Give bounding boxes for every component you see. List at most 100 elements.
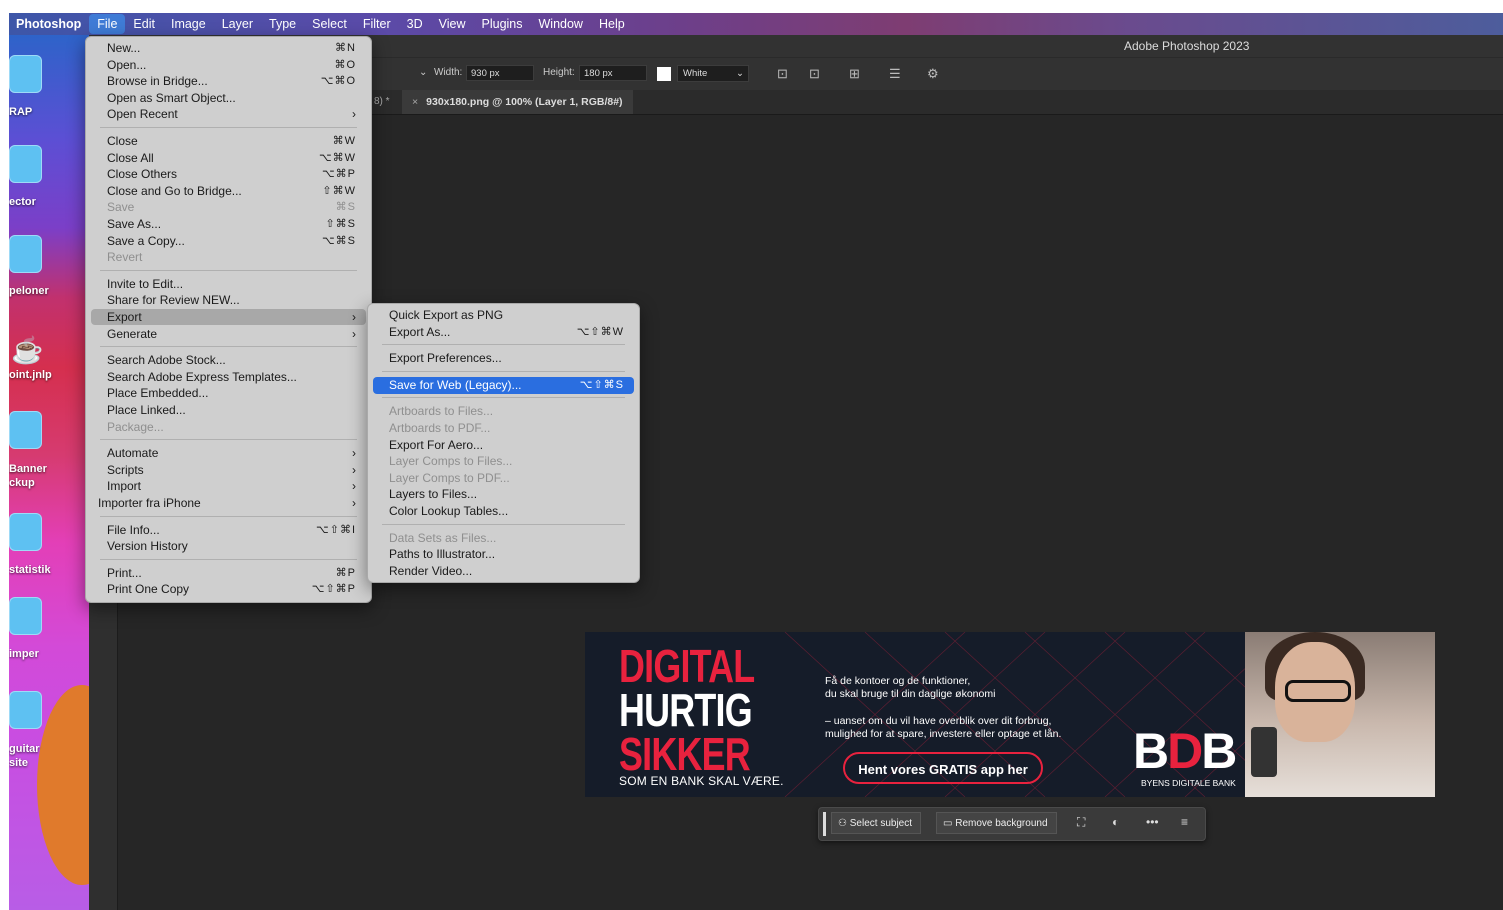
menu-select[interactable]: Select	[304, 13, 355, 35]
artboard-icon[interactable]: ⊡	[777, 66, 788, 82]
desktop-item-label[interactable]: imper	[9, 647, 85, 661]
align-icon[interactable]: ☰	[889, 66, 901, 82]
menu-item-render-video[interactable]: Render Video...	[373, 563, 634, 579]
menu-item-export-as[interactable]: Export As... ⌥⇧⌘W	[373, 324, 634, 340]
menu-item-print[interactable]: Print... ⌘P	[91, 565, 366, 581]
desktop-item-label[interactable]: RAP	[9, 105, 85, 119]
select-subject-button[interactable]: ⚇ Select subject	[831, 812, 922, 834]
desktop-folder-icon[interactable]	[9, 145, 42, 183]
menu-item-shortcut: ⌘P	[335, 566, 356, 579]
close-icon[interactable]: ×	[412, 96, 418, 108]
menu-item-paths-to-illustrator[interactable]: Paths to Illustrator...	[373, 546, 634, 562]
gear-icon[interactable]: ⚙	[927, 66, 939, 82]
menu-item-quick-export-as-png[interactable]: Quick Export as PNG	[373, 307, 634, 323]
desktop-item-label[interactable]: oint.jnlp	[9, 368, 85, 382]
menu-item-open-recent[interactable]: Open Recent ›	[91, 106, 366, 122]
more-icon[interactable]: •••	[1146, 815, 1159, 829]
menu-item-close-and-go-to-bridge[interactable]: Close and Go to Bridge... ⇧⌘W	[91, 183, 366, 199]
menu-item-close-all[interactable]: Close All ⌥⌘W	[91, 150, 366, 166]
remove-background-button[interactable]: ▭ Remove background	[936, 812, 1057, 834]
photo-glasses	[1285, 680, 1351, 702]
menu-item-search-adobe-express-templates[interactable]: Search Adobe Express Templates...	[91, 369, 366, 385]
transform-icon[interactable]: ⛶	[1077, 815, 1085, 830]
menu-item-browse-in-bridge[interactable]: Browse in Bridge... ⌥⌘O	[91, 73, 366, 89]
menu-plugins[interactable]: Plugins	[474, 13, 531, 35]
menu-file[interactable]: File	[89, 14, 126, 34]
canvas-banner[interactable]: DIGITAL HURTIG SIKKER SOM EN BANK SKAL V…	[585, 632, 1435, 797]
menu-item-print-one-copy[interactable]: Print One Copy ⌥⇧⌘P	[91, 581, 366, 597]
menu-item-layers-to-files[interactable]: Layers to Files...	[373, 486, 634, 502]
desktop-item-label[interactable]: guitar site	[9, 742, 85, 770]
desktop-folder-icon[interactable]	[9, 55, 42, 93]
menu-item-close-others[interactable]: Close Others ⌥⌘P	[91, 166, 366, 182]
desktop-item-label[interactable]: peloner	[9, 284, 85, 298]
logo-letter: B	[1201, 723, 1237, 779]
menu-image[interactable]: Image	[163, 13, 214, 35]
desktop-item-label[interactable]: Banner ckup	[9, 462, 85, 490]
width-field[interactable]: 930 px	[466, 65, 534, 81]
tab-active-document[interactable]: × 930x180.png @ 100% (Layer 1, RGB/8#)	[402, 90, 633, 114]
desktop-item-label[interactable]: ector	[9, 195, 85, 209]
banner-photo-woman	[1245, 632, 1435, 797]
menu-item-label: Layer Comps to PDF...	[389, 470, 510, 485]
menu-item-generate[interactable]: Generate ›	[91, 326, 366, 342]
menu-item-invite-to-edit[interactable]: Invite to Edit...	[91, 276, 366, 292]
menu-item-label: Generate	[107, 326, 158, 341]
banner-copy-line: du skal bruge til din daglige økonomi	[825, 688, 996, 700]
menu-item-place-embedded[interactable]: Place Embedded...	[91, 385, 366, 401]
mask-icon[interactable]: ◐	[1112, 815, 1119, 829]
artboard-landscape-icon[interactable]: ⊡	[809, 66, 820, 82]
menu-type[interactable]: Type	[261, 13, 304, 35]
menu-item-new[interactable]: New... ⌘N	[91, 40, 366, 56]
menu-item-search-adobe-stock[interactable]: Search Adobe Stock...	[91, 352, 366, 368]
menu-item-automate[interactable]: Automate ›	[91, 445, 366, 461]
menu-item-save-as[interactable]: Save As... ⇧⌘S	[91, 216, 366, 232]
fill-select[interactable]: White ⌄	[677, 65, 749, 82]
menu-item-close[interactable]: Close ⌘W	[91, 133, 366, 149]
fill-select-value: White	[683, 68, 708, 79]
menu-item-share-for-review-new[interactable]: Share for Review NEW...	[91, 292, 366, 308]
desktop-folder-icon[interactable]	[9, 691, 42, 729]
menu-edit[interactable]: Edit	[125, 13, 163, 35]
menu-item-place-linked[interactable]: Place Linked...	[91, 402, 366, 418]
desktop-folder-icon[interactable]	[9, 235, 42, 273]
menu-item-export[interactable]: Export ›	[91, 309, 366, 325]
desktop-folder-icon[interactable]	[9, 411, 42, 449]
menu-layer[interactable]: Layer	[214, 13, 261, 35]
previous-tab-title[interactable]: 8) *	[374, 96, 390, 107]
options-dropdown-chevron-icon[interactable]: ⌄	[419, 67, 427, 78]
menu-window[interactable]: Window	[531, 13, 591, 35]
menu-item-shortcut: ⌘O	[334, 58, 356, 71]
menu-item-file-info[interactable]: File Info... ⌥⇧⌘I	[91, 522, 366, 538]
menu-item-label: Close	[107, 134, 138, 148]
menu-item-scripts[interactable]: Scripts ›	[91, 462, 366, 478]
fill-color-swatch[interactable]	[657, 67, 671, 81]
menu-item-open-as-smart-object[interactable]: Open as Smart Object...	[91, 90, 366, 106]
menu-item-version-history[interactable]: Version History	[91, 538, 366, 554]
height-label: Height:	[543, 67, 575, 78]
menu-photoshop[interactable]: Photoshop	[9, 13, 89, 35]
settings-sliders-icon[interactable]: ≡	[1181, 815, 1188, 829]
menu-item-export-preferences[interactable]: Export Preferences...	[373, 350, 634, 366]
menu-item-export-for-aero[interactable]: Export For Aero...	[373, 437, 634, 453]
desktop-item-label[interactable]: statistik	[9, 563, 85, 577]
java-cup-icon[interactable]: ☕	[11, 335, 43, 366]
desktop-folder-icon[interactable]	[9, 597, 42, 635]
menu-item-shortcut: ⌥⇧⌘W	[576, 325, 624, 338]
menu-item-color-lookup-tables[interactable]: Color Lookup Tables...	[373, 503, 634, 519]
menu-item-save-for-web-legacy[interactable]: Save for Web (Legacy)... ⌥⇧⌘S	[373, 376, 634, 394]
menu-item-importer-fra-iphone[interactable]: Importer fra iPhone ›	[91, 495, 366, 511]
desktop-folder-icon[interactable]	[9, 513, 42, 551]
menu-item-open[interactable]: Open... ⌘O	[91, 57, 366, 73]
menu-item-import[interactable]: Import ›	[91, 478, 366, 494]
drag-handle[interactable]	[823, 812, 826, 836]
menu-item-save-a-copy[interactable]: Save a Copy... ⌥⌘S	[91, 233, 366, 249]
menu-3d[interactable]: 3D	[399, 13, 431, 35]
menu-item-label: Export As...	[389, 324, 451, 339]
menu-filter[interactable]: Filter	[355, 13, 399, 35]
menu-help[interactable]: Help	[591, 13, 633, 35]
width-label: Width:	[434, 67, 463, 78]
height-field[interactable]: 180 px	[579, 65, 647, 81]
add-artboard-icon[interactable]: ⊞	[849, 66, 860, 82]
menu-view[interactable]: View	[431, 13, 474, 35]
